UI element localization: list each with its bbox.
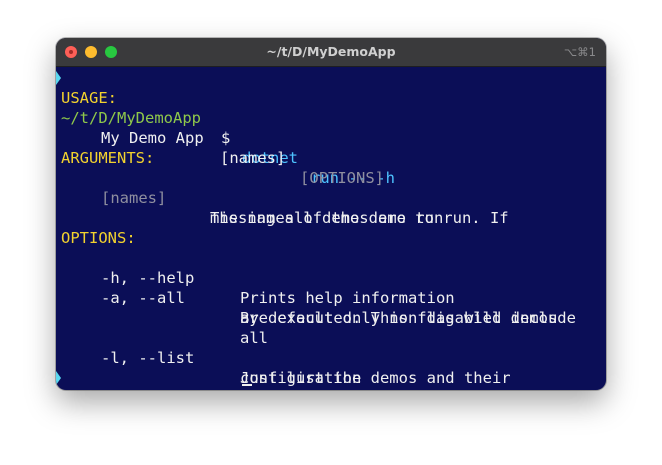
- option-row-list-cont: configuration: [56, 348, 361, 387]
- terminal-window: ~/t/D/MyDemoApp ⌥⌘1 ~/t/D/MyDemoApp $ do…: [56, 38, 606, 390]
- option-desc: all: [240, 329, 268, 347]
- option-row-all: -a, --all By default only non disabled d…: [56, 268, 557, 327]
- option-desc: configuration: [240, 369, 362, 387]
- argument-desc: missing all demos are run: [210, 209, 444, 227]
- option-desc: are executed. This flag will include: [240, 309, 576, 327]
- argument-row-cont: missing all demos are run: [56, 188, 443, 227]
- command-line: ~/t/D/MyDemoApp $ dotnet run -- -h: [56, 68, 395, 187]
- current-prompt-line[interactable]: ~/t/D/MyDemoApp $: [56, 368, 252, 388]
- option-desc: Prints help information: [240, 289, 455, 307]
- arguments-header: ARGUMENTS:: [61, 149, 155, 167]
- text-cursor: [242, 384, 252, 386]
- prompt-arrow-icon: [56, 371, 61, 385]
- title-bar: ~/t/D/MyDemoApp ⌥⌘1: [56, 38, 606, 67]
- argument-row: [names] The names of the demo to run. If: [56, 168, 509, 227]
- option-row-all-cont: all: [56, 308, 268, 347]
- option-row-help: -h, --help Prints help information: [56, 248, 455, 307]
- prompt-symbol: $: [221, 129, 231, 147]
- prompt-arrow-icon: [56, 71, 61, 85]
- usage-header: USAGE:: [61, 89, 117, 107]
- window-title: ~/t/D/MyDemoApp: [266, 44, 396, 59]
- window-shortcut: ⌥⌘1: [563, 45, 596, 59]
- usage-names: [names]: [220, 149, 286, 167]
- stage: ~/t/D/MyDemoApp ⌥⌘1 ~/t/D/MyDemoApp $ do…: [0, 0, 662, 465]
- options-header: OPTIONS:: [61, 229, 136, 247]
- usage-app: My Demo App: [101, 129, 204, 147]
- usage-line: My Demo App [names] [OPTIONS]: [56, 108, 384, 187]
- option-row-all-cont: are executed. This flag will include: [56, 288, 576, 327]
- terminal-content[interactable]: ~/t/D/MyDemoApp $ dotnet run -- -h USAGE…: [56, 68, 606, 390]
- option-row-list: -l, --list Just list the demos and their: [56, 328, 511, 387]
- usage-options: [OPTIONS]: [300, 169, 384, 187]
